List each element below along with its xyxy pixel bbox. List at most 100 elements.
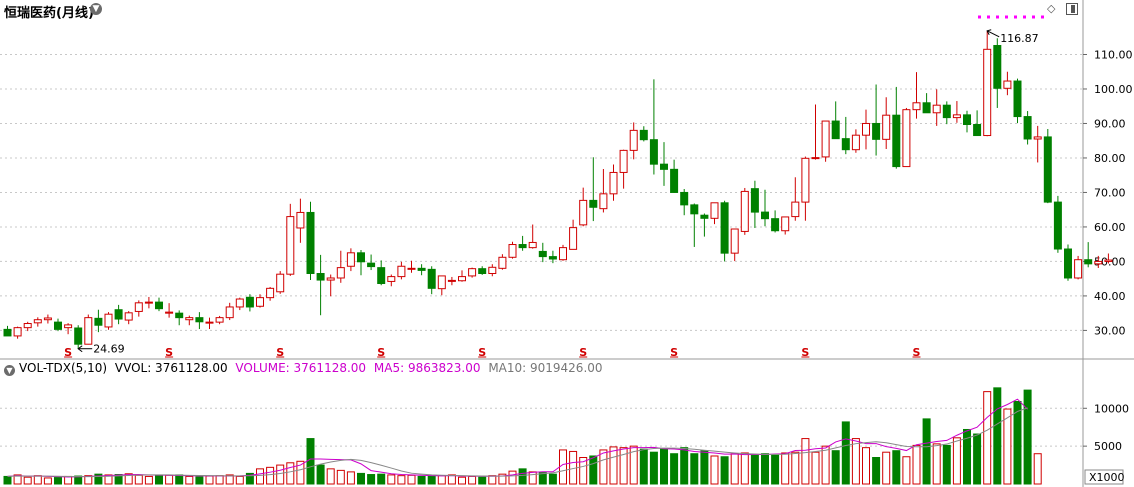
vol-indicator-name[interactable]: VOL-TDX(5,10): [19, 361, 107, 375]
candle: [983, 30, 992, 137]
vvol-value: VVOL: 3761128.00: [114, 361, 228, 375]
candle-body: [367, 262, 376, 268]
volume-bar: [205, 475, 214, 485]
candle: [932, 89, 941, 126]
volume-bar: [922, 418, 931, 485]
candle: [730, 228, 739, 262]
candle-body: [538, 250, 547, 258]
candle: [215, 315, 224, 325]
y-tick-label: 90.00: [1094, 117, 1126, 130]
candle-body: [761, 211, 769, 220]
volume-bar: [64, 475, 73, 485]
volume-bar: [912, 444, 921, 485]
candle-body: [942, 104, 951, 119]
candle: [33, 317, 42, 327]
chevron-down-icon[interactable]: ▼: [90, 3, 102, 15]
candle: [518, 235, 527, 251]
candle: [296, 198, 305, 243]
volume-bar: [33, 475, 42, 485]
candle-body: [155, 301, 163, 310]
candle-body: [892, 114, 901, 168]
volume-axis: 5000 10000 X1000: [1083, 402, 1129, 485]
volume-bar: [639, 448, 648, 485]
candle-body: [498, 256, 507, 269]
candle-body: [43, 317, 52, 321]
candle: [326, 274, 335, 297]
volume-bar: [771, 454, 780, 485]
window-toggle-icon[interactable]: [1066, 3, 1078, 15]
candle-body: [33, 319, 42, 324]
volume-bar: [316, 464, 325, 485]
volume-bar: [306, 438, 315, 485]
candle: [185, 315, 194, 326]
candle-body: [730, 228, 739, 254]
candle-body: [902, 109, 911, 168]
candle-body: [750, 188, 759, 213]
volume-bar: [215, 475, 224, 485]
volume-bar: [750, 453, 759, 485]
candle: [649, 79, 658, 175]
volume-indicator-header: ▼ VOL-TDX(5,10) VVOL: 3761128.00 VOLUME: …: [0, 361, 607, 376]
volume-bar: [367, 474, 376, 485]
candle: [1023, 111, 1032, 145]
volume-bar: [437, 475, 446, 485]
volume-bar: [256, 468, 264, 485]
volume-bar: [3, 475, 12, 485]
y-tick-label: 10000: [1094, 402, 1129, 415]
candle: [1043, 128, 1052, 204]
candle-body: [1043, 136, 1052, 203]
candle-body: [649, 139, 658, 165]
candle-body: [23, 323, 32, 329]
y-tick-label: 110.00: [1094, 48, 1133, 61]
candle-body: [64, 324, 73, 329]
price-axis: 30.0040.0050.0060.0070.0080.0090.00100.0…: [1083, 48, 1133, 337]
candle: [387, 274, 396, 287]
candle-body: [811, 157, 820, 160]
candle-body: [185, 317, 194, 321]
volume-bar: [387, 474, 396, 485]
high-label: 116.87: [1000, 32, 1038, 45]
volume-bar: [43, 477, 52, 485]
candle: [1003, 71, 1012, 96]
candle-body: [1074, 259, 1083, 279]
price-grid: [0, 0, 1134, 487]
volume-bar-series: [3, 387, 1042, 485]
candle-body: [84, 317, 93, 345]
candle-body: [528, 241, 537, 249]
candle: [124, 311, 133, 325]
candle-body: [74, 327, 83, 345]
candle: [589, 157, 598, 222]
y-tick-label: 5000: [1094, 440, 1122, 453]
chevron-down-icon[interactable]: ▼: [4, 365, 15, 376]
volume-bar: [811, 451, 820, 485]
candle-body: [1033, 136, 1042, 140]
candle-body: [579, 199, 588, 226]
candle: [609, 164, 618, 201]
candle: [862, 109, 870, 150]
diamond-icon[interactable]: ◇: [1047, 2, 1055, 15]
volume-bar: [417, 475, 426, 485]
volume-bar: [175, 474, 184, 485]
candle-body: [397, 265, 406, 278]
candle-body: [791, 201, 800, 218]
candle-body: [599, 193, 608, 210]
volume-bar: [831, 450, 840, 485]
volume-bar: [862, 447, 870, 485]
y-tick-label: 70.00: [1094, 186, 1126, 199]
y-tick-label: 40.00: [1094, 290, 1126, 303]
chart-title: 恒瑞医药(月线): [4, 6, 94, 21]
candle: [417, 264, 426, 276]
candle: [952, 101, 961, 123]
candle: [508, 241, 517, 259]
candle: [841, 116, 850, 155]
volume-bar: [720, 456, 729, 485]
candle: [367, 254, 376, 271]
volume-bar: [851, 438, 860, 485]
candle-body: [619, 149, 628, 173]
volume-bar: [397, 475, 406, 485]
candle-body: [1023, 116, 1032, 140]
candle: [821, 120, 830, 162]
volume-bar: [710, 455, 719, 485]
volume-bar: [821, 445, 830, 485]
volume-bar: [235, 475, 244, 485]
